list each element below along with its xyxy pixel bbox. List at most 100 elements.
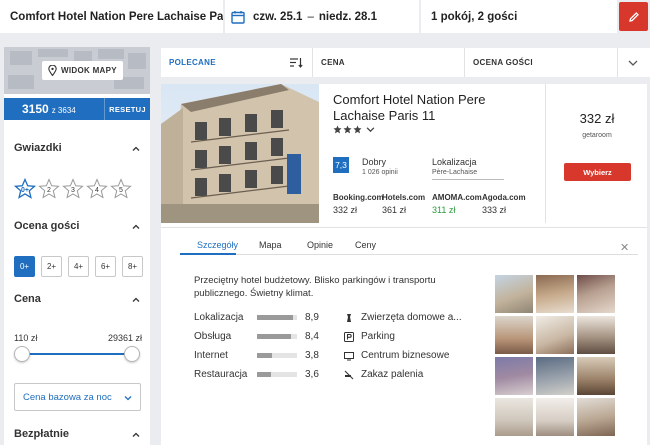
score-label: Internet <box>194 350 228 361</box>
chevron-up-icon[interactable] <box>132 431 140 439</box>
guest-rating-filter: 0+ 2+ 4+ 6+ 8+ <box>14 256 143 277</box>
gallery-photo[interactable] <box>495 316 533 354</box>
hotel-photo[interactable] <box>161 84 319 223</box>
chevron-down-icon[interactable] <box>366 125 375 134</box>
chevron-down-icon[interactable] <box>628 59 638 67</box>
tab-prices[interactable]: Ceny <box>355 240 376 250</box>
sort-recommended[interactable]: POLECANE <box>169 48 216 77</box>
provider-name[interactable]: Hotels.com <box>382 193 425 202</box>
gallery-photo[interactable] <box>536 398 574 436</box>
chevron-up-icon[interactable] <box>132 296 140 304</box>
tab-reviews[interactable]: Opinie <box>307 240 333 250</box>
price-slider-max-handle[interactable] <box>124 346 140 362</box>
free-section-title: Bezpłatnie <box>14 428 70 440</box>
select-deal-button[interactable]: Wybierz <box>564 163 631 181</box>
provider-name[interactable]: Booking.com <box>333 193 384 202</box>
tab-map[interactable]: Mapa <box>259 240 282 250</box>
star-option-label: 3 <box>71 187 75 194</box>
price-slider-min-handle[interactable] <box>14 346 30 362</box>
gallery-photo[interactable] <box>495 357 533 395</box>
hotel-stars <box>333 125 375 134</box>
sort-price[interactable]: CENA <box>321 48 345 77</box>
sort-rating-label: OCENA GOŚCI <box>473 58 533 67</box>
guests-selector[interactable]: 1 pokój, 2 gości <box>421 0 617 33</box>
gallery-photo[interactable] <box>577 275 615 313</box>
location-value[interactable]: Père-Lachaise <box>432 169 477 176</box>
sort-rating[interactable]: OCENA GOŚCI <box>473 48 533 77</box>
star-option-4[interactable]: 4 <box>86 178 108 200</box>
gallery-photo[interactable] <box>495 398 533 436</box>
score-value: 8,9 <box>305 312 319 323</box>
close-icon[interactable]: ✕ <box>620 241 629 254</box>
rating-text: Dobry <box>362 157 387 167</box>
date-from: czw. 25.1 <box>253 10 303 23</box>
score-label: Restauracja <box>194 369 248 380</box>
hotel-search-value: Comfort Hotel Nation Pere Lachaise Pa <box>10 10 223 23</box>
star-filter: 0+ 2 3 4 5 <box>13 177 132 200</box>
star-option-3[interactable]: 3 <box>62 178 84 200</box>
chevron-up-icon[interactable] <box>132 145 140 153</box>
business-center-icon <box>344 351 354 360</box>
amenity-parking: Parking <box>344 331 395 342</box>
score-value: 8,4 <box>305 331 319 342</box>
rating-option-4[interactable]: 4+ <box>68 256 89 277</box>
star-option-0[interactable]: 0+ <box>13 177 37 200</box>
gallery-photo[interactable] <box>536 316 574 354</box>
chevron-down-icon <box>124 396 132 401</box>
price-type-dropdown[interactable]: Cena bazowa za noc <box>14 383 141 411</box>
provider-price[interactable]: 332 zł <box>333 205 357 215</box>
pet-icon <box>347 313 351 322</box>
star-option-2[interactable]: 2 <box>38 178 60 200</box>
gallery-photo[interactable] <box>577 357 615 395</box>
rating-badge[interactable]: 7,3 <box>333 157 349 173</box>
price-slider-track[interactable] <box>22 353 134 355</box>
gallery-photo[interactable] <box>536 275 574 313</box>
star-option-label: 5 <box>119 187 123 194</box>
hotel-card: Comfort Hotel Nation Pere Lachaise Paris… <box>161 84 647 445</box>
amenity-no-smoking: Zakaz palenia <box>344 369 423 380</box>
amenity-pets: Zwierzęta domowe a... <box>344 312 462 323</box>
sort-recommended-label: POLECANE <box>169 58 216 67</box>
filters-sidebar: WIDOK MAPY 3150 z 3634 RESETUJ Gwiazdki … <box>4 47 150 445</box>
provider-price[interactable]: 311 zł <box>432 205 455 215</box>
score-bar <box>257 372 297 377</box>
results-count: 3150 <box>22 102 49 116</box>
provider-name[interactable]: AMOMA.com <box>432 193 482 202</box>
reset-filters-button[interactable]: RESETUJ <box>104 98 150 120</box>
hotel-building-image <box>161 84 319 223</box>
score-value: 3,8 <box>305 350 319 361</box>
provider-name[interactable]: Agoda.com <box>482 193 526 202</box>
rating-section-title: Ocena gości <box>14 220 80 232</box>
map-view-label: WIDOK MAPY <box>61 66 117 75</box>
hotel-search-input[interactable]: Comfort Hotel Nation Pere Lachaise Pa <box>0 0 223 33</box>
provider-price[interactable]: 361 zł <box>382 205 406 215</box>
gallery-photo[interactable] <box>495 275 533 313</box>
rating-option-0[interactable]: 0+ <box>14 256 35 277</box>
score-label: Obsługa <box>194 331 232 342</box>
location-label: Lokalizacja <box>432 157 477 167</box>
edit-search-button[interactable] <box>619 2 648 31</box>
date-picker[interactable]: czw. 25.1 – niedz. 28.1 <box>225 0 419 33</box>
chevron-up-icon[interactable] <box>132 223 140 231</box>
score-label: Lokalizacja <box>194 312 244 323</box>
star-option-label: 4 <box>95 187 99 194</box>
hotel-name[interactable]: Comfort Hotel Nation Pere Lachaise Paris… <box>333 92 533 124</box>
rating-option-8[interactable]: 8+ <box>122 256 143 277</box>
star-option-5[interactable]: 5 <box>110 178 132 200</box>
hotel-description: Przeciętny hotel budżetowy. Blisko parki… <box>194 275 436 299</box>
price-type-value: Cena bazowa za noc <box>23 391 112 403</box>
rating-option-6[interactable]: 6+ <box>95 256 116 277</box>
gallery-photo[interactable] <box>577 398 615 436</box>
provider-price[interactable]: 333 zł <box>482 205 506 215</box>
best-price[interactable]: 332 zł <box>547 111 647 126</box>
rating-option-2[interactable]: 2+ <box>41 256 62 277</box>
tab-details[interactable]: Szczegóły <box>197 240 238 250</box>
gallery-photo[interactable] <box>536 357 574 395</box>
sort-order-icon[interactable] <box>289 57 303 68</box>
score-value: 3,6 <box>305 369 319 380</box>
guests-value: 1 pokój, 2 gości <box>431 10 518 23</box>
gallery-photo[interactable] <box>577 316 615 354</box>
rating-count[interactable]: 1 026 opinii <box>362 169 398 176</box>
map-view-button[interactable]: WIDOK MAPY <box>42 61 123 80</box>
map-preview[interactable]: WIDOK MAPY <box>4 47 150 94</box>
